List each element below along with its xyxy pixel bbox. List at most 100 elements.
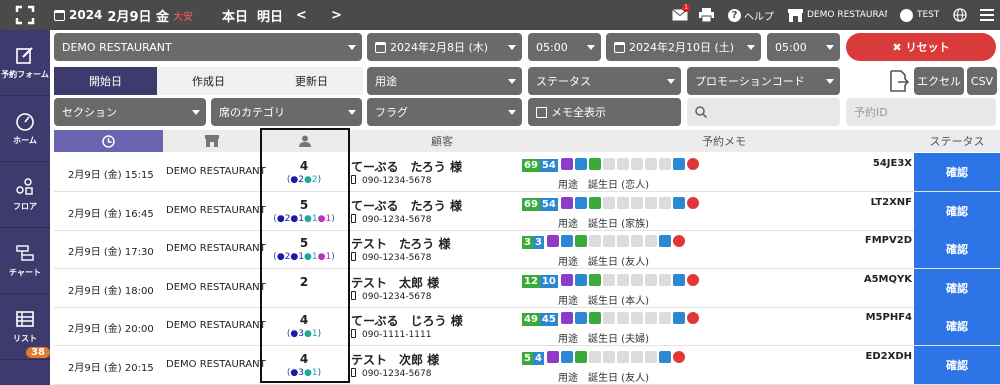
time-to-select[interactable]: 05:00	[767, 33, 840, 61]
mail-icon	[630, 158, 643, 170]
show-all-memo-toggle[interactable]: メモ全表示	[528, 98, 681, 126]
check-icon	[560, 196, 573, 209]
print-icon[interactable]	[699, 0, 714, 30]
time-from-select[interactable]: 05:00	[528, 33, 601, 61]
status-button[interactable]: 確認	[914, 230, 1000, 268]
mail-icon[interactable]: 1	[672, 0, 690, 30]
bus-icon	[644, 196, 657, 209]
app-logo-icon[interactable]	[10, 0, 40, 30]
restaurant-name: DEMO RESTAURANT	[166, 358, 266, 370]
smile-icon	[686, 273, 699, 286]
customer-name[interactable]: テスト たろう 様	[351, 235, 450, 252]
table-row[interactable]: 2月9日 (金) 18:00 DEMO RESTAURANT 2 テスト 太郎 …	[54, 268, 1000, 308]
reservation-memo: 用途 誕生日 (夫婦)	[558, 334, 649, 345]
date-display[interactable]: 2024 2月9日 金 大安	[54, 0, 193, 30]
status-button[interactable]: 確認	[914, 153, 1000, 191]
tab-start-date[interactable]: 開始日	[54, 67, 157, 95]
bus-icon	[644, 312, 657, 324]
visit-count: 3	[522, 236, 533, 249]
doc-icon	[672, 158, 685, 170]
reservation-flag-icons	[560, 312, 699, 324]
table-row[interactable]: 2月9日 (金) 16:45 DEMO RESTAURANT 5 (●2●1●1…	[54, 191, 1000, 231]
tab-created-date[interactable]: 作成日	[157, 67, 260, 95]
smile-icon	[686, 312, 699, 324]
bus-icon	[630, 235, 643, 247]
customer-name[interactable]: てーぶる じろう 様	[351, 312, 463, 329]
date-to-select[interactable]: 2024年2月10日 (土)	[606, 33, 761, 61]
table-row[interactable]: 2月9日 (金) 20:00 DEMO RESTAURANT 4 (●3●1) …	[54, 307, 1000, 346]
promo-code-select[interactable]: プロモーションコード	[687, 67, 840, 95]
memo-header[interactable]: 予約メモ	[534, 130, 914, 152]
table-row[interactable]: 2月9日 (金) 15:15 DEMO RESTAURANT 4 (●2●2) …	[54, 153, 1000, 192]
visit-count-badges: 69 54	[522, 197, 558, 211]
check-icon	[546, 350, 559, 363]
customer-header[interactable]: 顧客	[350, 130, 534, 152]
restaurant-name: DEMO RESTAURANT	[166, 320, 266, 331]
reset-button[interactable]: ✖ リセット	[846, 33, 996, 61]
restaurant-header[interactable]	[163, 130, 260, 152]
today-button[interactable]: 本日	[222, 0, 248, 30]
parking-icon	[602, 350, 615, 363]
smile-icon	[686, 158, 699, 170]
restaurant-select[interactable]: DEMO RESTAURANT	[54, 33, 362, 61]
visit-count: 12	[522, 274, 540, 288]
mail-badge: 1	[682, 4, 690, 12]
tomorrow-button[interactable]: 明日	[257, 0, 283, 30]
next-day-button[interactable]: >	[331, 0, 342, 30]
visit-count-secondary: 4	[532, 351, 544, 365]
customer-name[interactable]: テスト 次郎 様	[351, 351, 439, 368]
globe-icon	[574, 350, 587, 363]
globe-icon	[574, 235, 587, 247]
smile-icon	[686, 196, 699, 209]
doc-icon	[672, 273, 685, 286]
reservation-memo: 用途 誕生日 (友人)	[558, 257, 649, 268]
sidebar-item-home[interactable]: ホーム	[0, 96, 50, 162]
customer-name[interactable]: てーぶる たろう 様	[351, 158, 462, 175]
date-from-select[interactable]: 2024年2月8日 (木)	[367, 33, 522, 61]
flag-select[interactable]: フラグ	[367, 98, 522, 126]
checkbox[interactable]	[536, 106, 547, 118]
customer-name[interactable]: テスト 太郎 様	[351, 274, 439, 291]
reservation-datetime: 2月9日 (金) 16:45	[68, 208, 154, 220]
status-button[interactable]: 確認	[914, 345, 1000, 384]
reservation-memo: 用途 誕生日 (恋人)	[558, 180, 649, 191]
reservation-flag-icons	[546, 350, 685, 363]
status-button[interactable]: 確認	[914, 268, 1000, 307]
phone-icon	[351, 213, 356, 223]
user-menu[interactable]: TEST	[900, 0, 939, 30]
help-link[interactable]: ? ヘルプ	[728, 0, 774, 30]
customer-name[interactable]: てーぶる たろう 様	[351, 197, 462, 214]
prev-day-button[interactable]: <	[296, 0, 307, 30]
customer-phone: 090-1234-5678	[351, 213, 431, 225]
calendar-icon	[614, 41, 625, 53]
card-icon	[574, 158, 587, 170]
sidebar-count-badge: 38	[26, 347, 50, 358]
seat-category-select[interactable]: 席のカテゴリ	[211, 98, 362, 126]
reservation-id-input[interactable]: 予約ID	[846, 98, 996, 126]
csv-button[interactable]: CSV	[967, 67, 997, 95]
status-select[interactable]: ステータス	[528, 67, 681, 95]
status-button[interactable]: 確認	[914, 307, 1000, 345]
tab-updated-date[interactable]: 更新日	[260, 67, 363, 95]
section-select[interactable]: セクション	[54, 98, 206, 126]
mail-icon	[630, 312, 643, 324]
menu-icon[interactable]	[980, 0, 994, 30]
visit-count-secondary: 3	[532, 236, 544, 249]
sidebar-item-floor[interactable]: フロア	[0, 162, 50, 228]
reservation-code: FMPV2D	[864, 235, 912, 246]
search-input[interactable]	[687, 98, 840, 126]
sidebar-item-chart[interactable]: チャート	[0, 228, 50, 294]
status-header[interactable]: ステータス	[914, 130, 1000, 152]
status-button[interactable]: 確認	[914, 191, 1000, 230]
export-icon[interactable]	[884, 67, 914, 95]
excel-button[interactable]: エクセル	[914, 67, 964, 95]
restaurant-switcher[interactable]: DEMO RESTAURANT	[788, 0, 887, 30]
language-globe-icon[interactable]	[953, 0, 967, 30]
sidebar-item-reservation-form[interactable]: 予約フォーム	[0, 30, 50, 96]
reservation-flag-icons	[560, 273, 699, 286]
table-row[interactable]: 2月9日 (金) 17:30 DEMO RESTAURANT 5 (●2●1●1…	[54, 230, 1000, 269]
table-row[interactable]: 2月9日 (金) 20:15 DEMO RESTAURANT 4 (●3●1) …	[54, 345, 1000, 385]
sort-time-header[interactable]	[54, 130, 163, 152]
purpose-select[interactable]: 用途	[367, 67, 522, 95]
restaurant-name: DEMO RESTAURANT	[166, 281, 266, 293]
